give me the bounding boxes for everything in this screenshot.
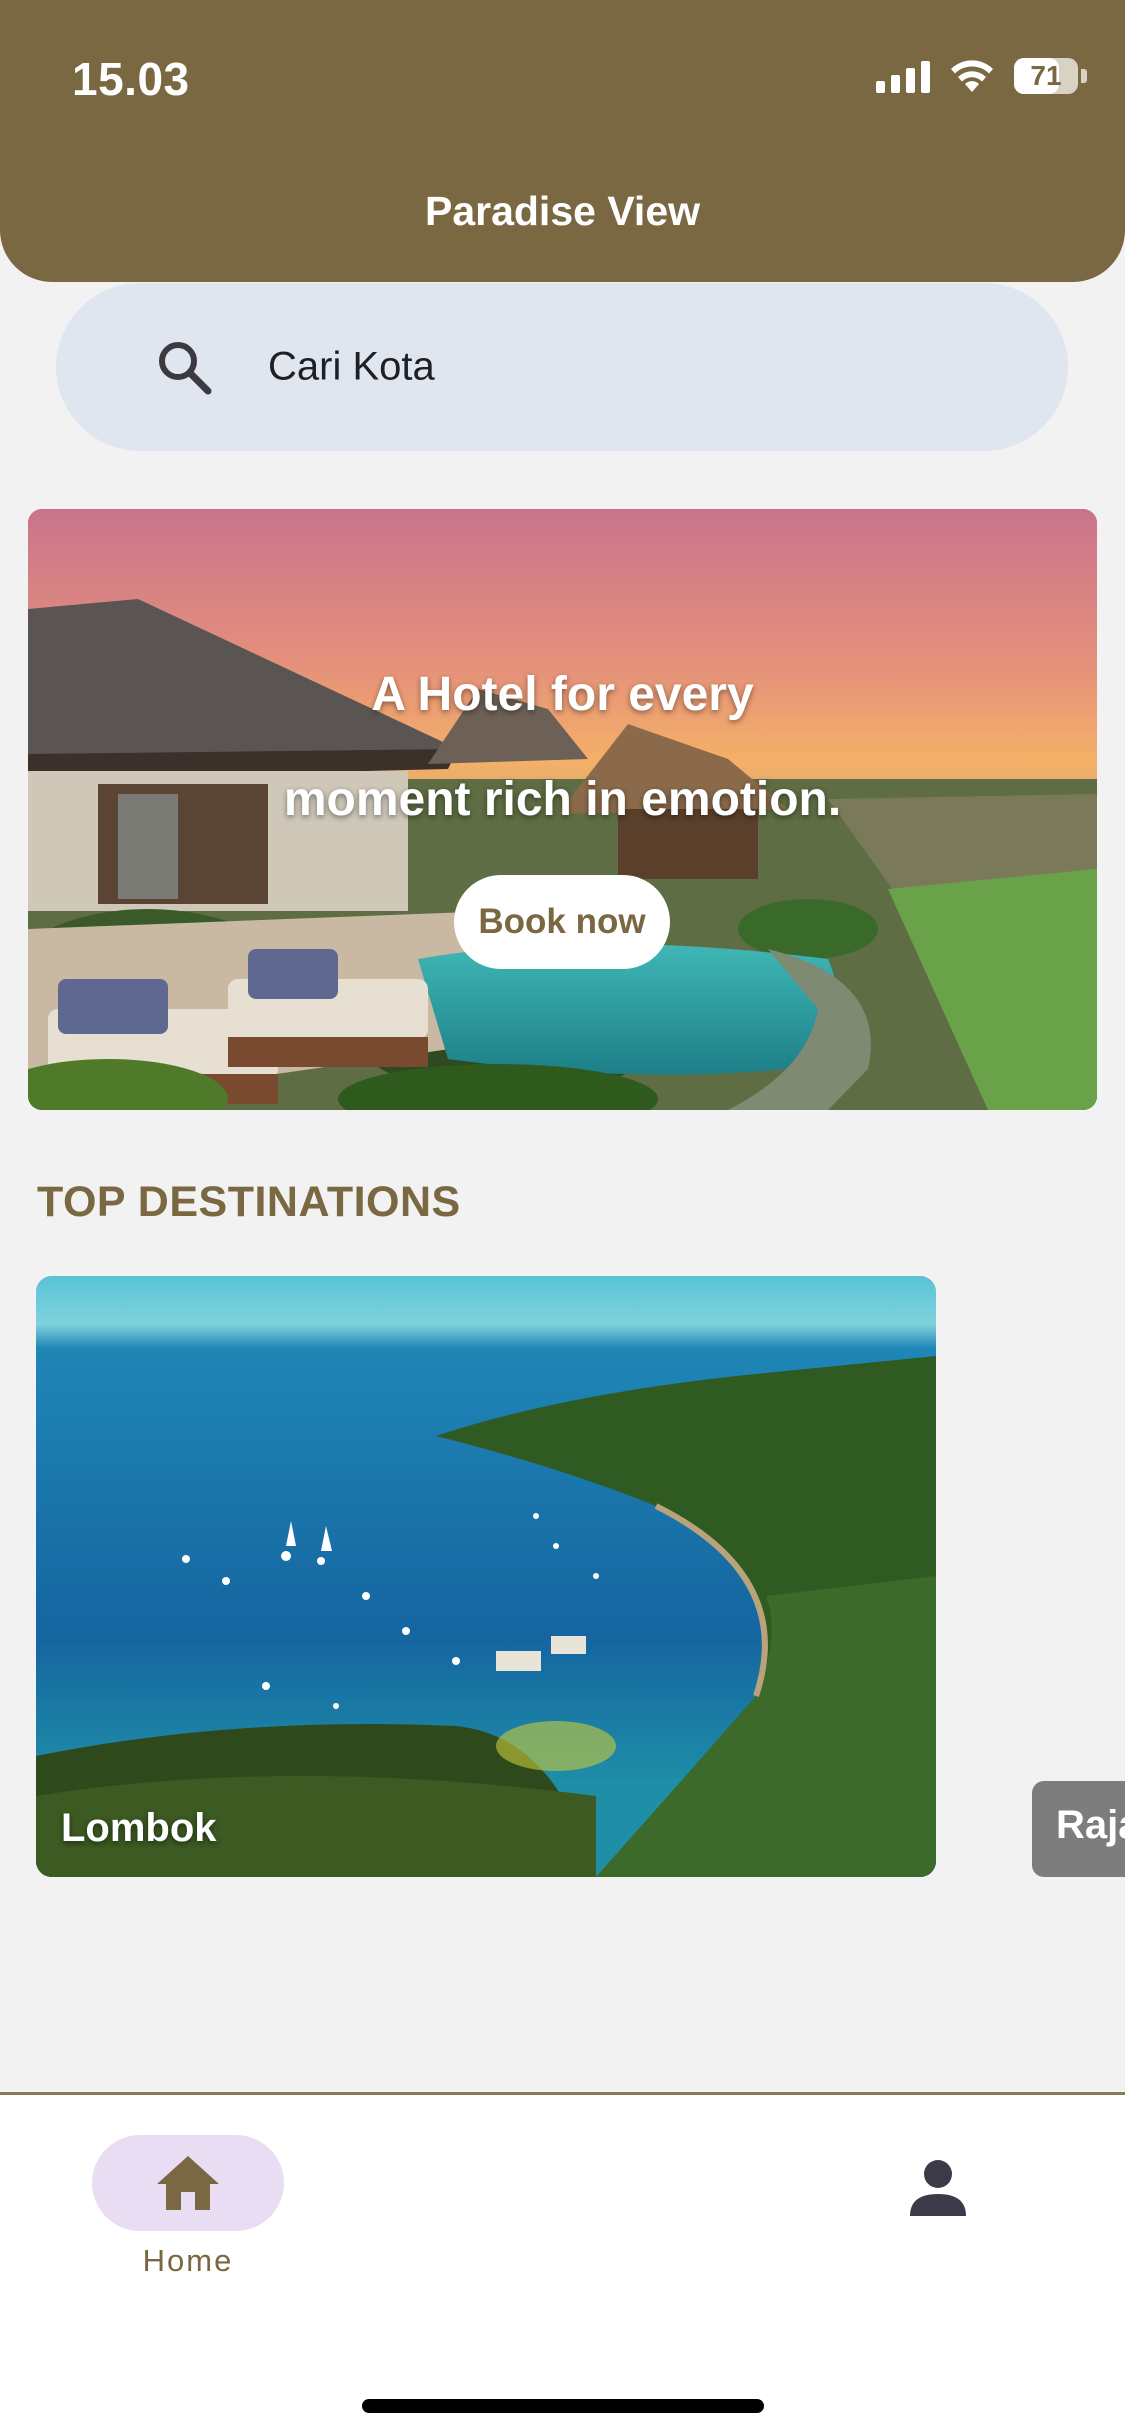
- destination-card-raja[interactable]: Raja: [1032, 1781, 1125, 1877]
- app-screen: 15.03 71 Paradise View Cari Kota A Hotel…: [0, 0, 1125, 2436]
- nav-home-label: Home: [142, 2243, 234, 2278]
- search-icon: [159, 342, 212, 395]
- hero-banner[interactable]: A Hotel for every moment rich in emotion…: [28, 509, 1097, 1110]
- destination-image: [36, 1276, 936, 1877]
- app-title: Paradise View: [424, 188, 701, 234]
- home-indicator: [362, 2399, 764, 2413]
- hero-headline-line1: A Hotel for every: [371, 668, 754, 721]
- app-header: 15.03 71 Paradise View: [0, 0, 1125, 282]
- status-icons: 71: [876, 58, 1087, 94]
- destination-name: Raja: [1056, 1803, 1125, 1847]
- home-icon: [157, 2156, 219, 2210]
- wifi-icon: [950, 59, 994, 93]
- battery-percent: 71: [1030, 60, 1062, 91]
- search-bar[interactable]: [56, 283, 1068, 451]
- nav-profile-button[interactable]: [900, 2150, 976, 2226]
- hero-headline-line2: moment rich in emotion.: [283, 773, 842, 826]
- cellular-signal-icon: [876, 59, 930, 93]
- destination-name: Lombok: [61, 1806, 217, 1850]
- top-destinations-title: TOP DESTINATIONS: [37, 1178, 461, 1226]
- battery-icon: 71: [1014, 58, 1087, 94]
- nav-home-button[interactable]: [92, 2135, 284, 2231]
- bottom-navigation: Home: [0, 2092, 1125, 2436]
- search-input[interactable]: [268, 344, 968, 390]
- destination-card-lombok[interactable]: Lombok: [36, 1276, 936, 1877]
- status-time: 15.03: [72, 53, 190, 105]
- person-icon: [910, 2160, 966, 2216]
- book-now-button[interactable]: Book now: [454, 875, 670, 969]
